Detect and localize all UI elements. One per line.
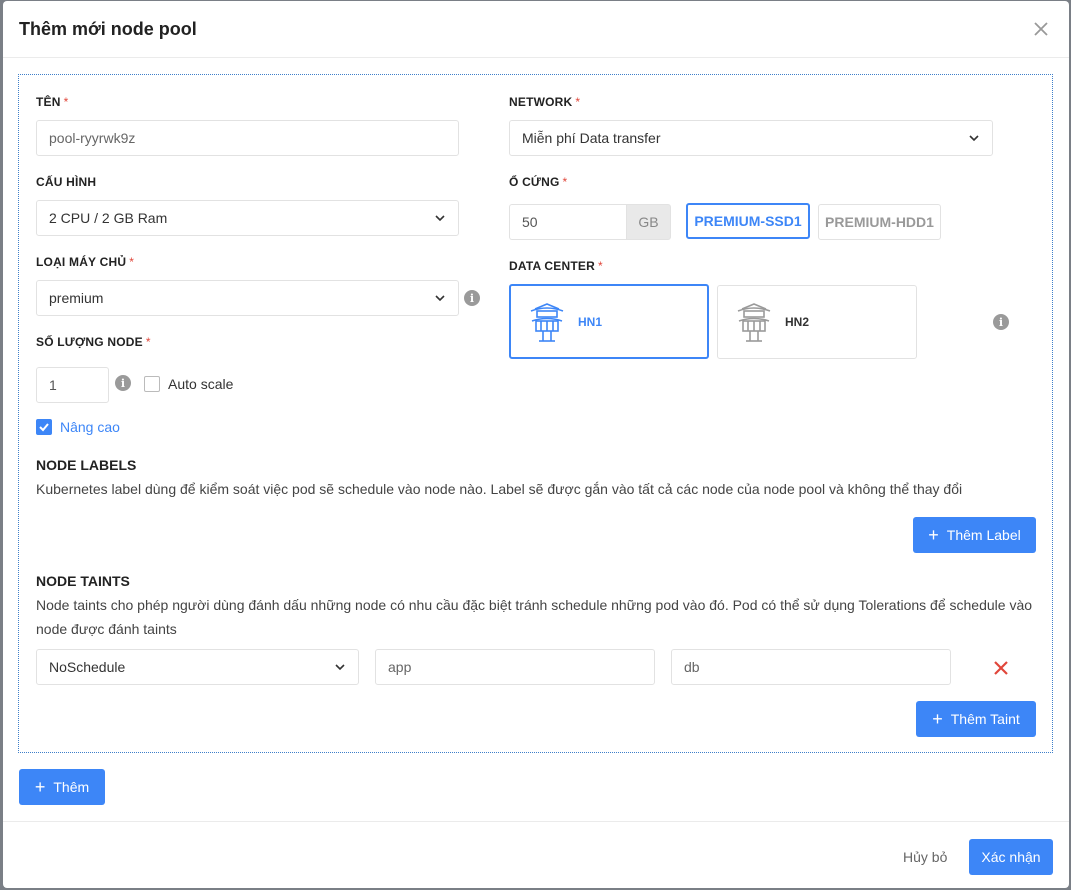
modal-title: Thêm mới node pool: [19, 19, 197, 39]
taint-key-value: app: [388, 659, 412, 675]
add-taint-button[interactable]: + Thêm Taint: [916, 701, 1036, 737]
disk-label: Ổ CỨNG *: [509, 175, 568, 189]
data-center-option-hn1[interactable]: HN1: [509, 284, 709, 359]
name-input[interactable]: pool-ryyrwk9z: [36, 120, 459, 156]
pagoda-icon: [530, 302, 564, 342]
config-select-value: 2 CPU / 2 GB Ram: [49, 210, 168, 226]
auto-scale-checkbox[interactable]: [144, 376, 160, 392]
info-icon[interactable]: i: [115, 375, 131, 391]
node-taints-description: Node taints cho phép người dùng đánh dấu…: [36, 597, 1033, 637]
chevron-down-icon: [969, 135, 979, 142]
confirm-button[interactable]: Xác nhận: [969, 839, 1053, 875]
node-count-value: 1: [49, 377, 57, 393]
node-taints-heading: NODE TAINTS: [36, 573, 130, 589]
info-icon[interactable]: i: [464, 290, 480, 306]
auto-scale-label: Auto scale: [168, 376, 234, 392]
disk-size-input[interactable]: 50: [509, 204, 627, 240]
disk-option-hdd[interactable]: PREMIUM-HDD1: [818, 204, 941, 240]
data-center-name: HN2: [785, 315, 810, 329]
node-labels-description: Kubernetes label dùng để kiểm soát việc …: [36, 481, 963, 497]
add-label-button[interactable]: + Thêm Label: [913, 517, 1036, 553]
chevron-down-icon: [335, 664, 345, 671]
cancel-button[interactable]: Hủy bỏ: [903, 849, 947, 865]
config-select[interactable]: 2 CPU / 2 GB Ram: [36, 200, 459, 236]
data-center-name: HN1: [578, 314, 603, 329]
network-select[interactable]: Miễn phí Data transfer: [509, 120, 993, 156]
disk-unit: GB: [626, 204, 671, 240]
plus-icon: +: [932, 709, 943, 729]
add-pool-button[interactable]: + Thêm: [19, 769, 105, 805]
disk-size-value: 50: [522, 214, 538, 230]
chevron-down-icon: [435, 295, 445, 302]
name-input-value: pool-ryyrwk9z: [49, 130, 136, 146]
remove-taint-button[interactable]: [993, 660, 1009, 676]
data-center-label: DATA CENTER *: [509, 259, 603, 273]
server-type-select[interactable]: premium: [36, 280, 459, 316]
taint-key-input[interactable]: app: [375, 649, 655, 685]
info-icon[interactable]: i: [993, 314, 1009, 330]
close-icon: [994, 661, 1008, 675]
modal-header: Thêm mới node pool: [3, 1, 1069, 58]
name-label: TÊN *: [36, 95, 69, 109]
taint-value-input[interactable]: db: [671, 649, 951, 685]
config-label: CẤU HÌNH: [36, 175, 97, 189]
add-taint-button-text: Thêm Taint: [950, 711, 1020, 727]
check-icon: [39, 423, 49, 432]
server-type-label: LOẠI MÁY CHỦ *: [36, 255, 135, 269]
plus-icon: +: [34, 777, 46, 797]
network-label: NETWORK *: [509, 95, 581, 109]
taint-value-value: db: [684, 659, 700, 675]
modal-footer: Hủy bỏ Xác nhận: [3, 821, 1069, 888]
chevron-down-icon: [435, 215, 445, 222]
close-button[interactable]: [1031, 19, 1051, 39]
data-center-option-hn2[interactable]: HN2: [717, 285, 917, 359]
advanced-label[interactable]: Nâng cao: [60, 419, 120, 435]
add-label-button-text: Thêm Label: [946, 527, 1021, 543]
confirm-button-text: Xác nhận: [981, 849, 1041, 865]
taint-effect-select[interactable]: NoSchedule: [36, 649, 359, 685]
network-select-value: Miễn phí Data transfer: [522, 130, 661, 146]
disk-option-ssd[interactable]: PREMIUM-SSD1: [686, 203, 810, 239]
node-pool-section: TÊN * pool-ryyrwk9z CẤU HÌNH 2 CPU / 2 GB…: [18, 74, 1053, 753]
close-icon: [1034, 22, 1048, 36]
node-labels-heading: NODE LABELS: [36, 457, 137, 473]
node-count-input[interactable]: 1: [36, 367, 109, 403]
advanced-checkbox[interactable]: [36, 419, 52, 435]
pagoda-icon: [737, 303, 771, 342]
add-node-pool-modal: Thêm mới node pool TÊN * pool-ryyrwk9z CẤ…: [3, 1, 1069, 888]
taint-effect-value: NoSchedule: [49, 659, 126, 675]
server-type-select-value: premium: [49, 290, 104, 306]
plus-icon: +: [928, 525, 939, 545]
add-pool-button-text: Thêm: [53, 779, 90, 795]
node-count-label: SỐ LƯỢNG NODE *: [36, 335, 151, 349]
